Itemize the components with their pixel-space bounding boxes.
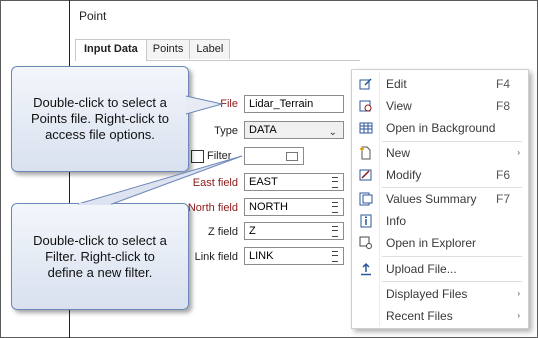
tab-bar: Input Data Points Label xyxy=(75,39,231,61)
menu-item-label: New xyxy=(386,146,411,160)
summary-icon xyxy=(359,192,373,206)
menu-item-info[interactable]: Info xyxy=(352,210,528,232)
field-picker-icon xyxy=(332,251,338,262)
callout-line: Filter. Right-click to xyxy=(45,249,155,264)
menu-item-label: Recent Files xyxy=(386,309,453,323)
tab-points[interactable]: Points xyxy=(145,39,191,59)
table-icon xyxy=(359,122,373,134)
callout-line: access file options. xyxy=(45,127,155,142)
callout-line: Double-click to select a xyxy=(33,233,167,248)
menu-item-recent-files[interactable]: Recent Files › xyxy=(352,305,528,327)
filter-field[interactable] xyxy=(244,147,304,165)
view-icon xyxy=(359,100,372,112)
upload-icon xyxy=(361,262,371,276)
menu-item-new[interactable]: New › xyxy=(352,142,528,164)
east-field-value: EAST xyxy=(249,176,278,188)
file-field[interactable]: Lidar_Terrain xyxy=(244,95,344,113)
type-select-value: DATA xyxy=(249,124,277,136)
info-icon xyxy=(360,214,372,228)
submenu-arrow-icon: › xyxy=(517,311,520,320)
file-field-value: Lidar_Terrain xyxy=(249,98,314,110)
field-picker-icon xyxy=(332,226,338,237)
callout-line: define a new filter. xyxy=(47,265,153,280)
callout-line: Double-click to select a xyxy=(33,95,167,110)
menu-item-displayed-files[interactable]: Displayed Files › xyxy=(352,283,528,305)
menu-item-shortcut: F7 xyxy=(495,192,510,206)
menu-item-open-in-explorer[interactable]: Open in Explorer xyxy=(352,232,528,254)
menu-item-label: Upload File... xyxy=(386,262,457,276)
submenu-arrow-icon: › xyxy=(517,289,520,298)
menu-item-view[interactable]: View F8 xyxy=(352,95,528,117)
link-field-value: LINK xyxy=(249,250,274,262)
menu-item-label: View xyxy=(386,99,412,113)
field-picker-icon xyxy=(332,202,338,213)
edit-icon xyxy=(359,78,372,90)
filter-browse-icon xyxy=(286,152,298,161)
menu-item-shortcut: F6 xyxy=(495,168,510,182)
menu-item-label: Displayed Files xyxy=(386,287,468,301)
menu-item-label: Values Summary xyxy=(386,192,477,206)
z-field-value: Z xyxy=(249,225,256,237)
tab-label[interactable]: Label xyxy=(189,39,231,59)
type-label: Type xyxy=(214,125,238,137)
menu-item-label: Modify xyxy=(386,168,422,182)
callout-filter: Double-click to select a Filter. Right-c… xyxy=(11,203,189,310)
type-select[interactable]: DATA ⌄ xyxy=(244,121,344,139)
callout-pointer-bottom xyxy=(77,155,243,205)
panel-title: Point xyxy=(79,9,107,23)
link-field[interactable]: LINK xyxy=(244,247,344,265)
submenu-arrow-icon: › xyxy=(517,148,520,157)
menu-item-upload-file[interactable]: Upload File... xyxy=(352,258,528,280)
field-picker-icon xyxy=(332,177,338,188)
menu-item-label: Open in Background xyxy=(386,121,496,135)
menu-item-values-summary[interactable]: Values Summary F7 xyxy=(352,188,528,210)
menu-item-label: Info xyxy=(386,214,407,228)
menu-separator xyxy=(382,281,522,282)
menu-item-shortcut: F4 xyxy=(495,77,510,91)
chevron-down-icon: ⌄ xyxy=(328,127,337,138)
north-field-value: NORTH xyxy=(249,201,288,213)
callout-line: Points file. Right-click to xyxy=(31,111,169,126)
menu-separator xyxy=(382,256,522,257)
modify-icon xyxy=(359,169,372,181)
z-field[interactable]: Z xyxy=(244,222,344,240)
menu-item-shortcut: F8 xyxy=(495,99,510,113)
menu-item-label: Open in Explorer xyxy=(386,236,477,250)
menu-item-edit[interactable]: Edit F4 xyxy=(352,73,528,95)
tab-input-data[interactable]: Input Data xyxy=(75,39,147,61)
explorer-icon xyxy=(359,236,372,249)
callout-pointer-top xyxy=(186,95,223,115)
menu-item-label: Edit xyxy=(386,77,407,91)
menu-item-modify[interactable]: Modify F6 xyxy=(352,164,528,186)
menu-item-open-in-background[interactable]: Open in Background xyxy=(352,117,528,139)
east-field[interactable]: EAST xyxy=(244,173,344,191)
new-icon xyxy=(360,146,371,160)
north-field[interactable]: NORTH xyxy=(244,198,344,216)
context-menu: Edit F4 View F8 Open in Background New ›… xyxy=(351,69,529,329)
